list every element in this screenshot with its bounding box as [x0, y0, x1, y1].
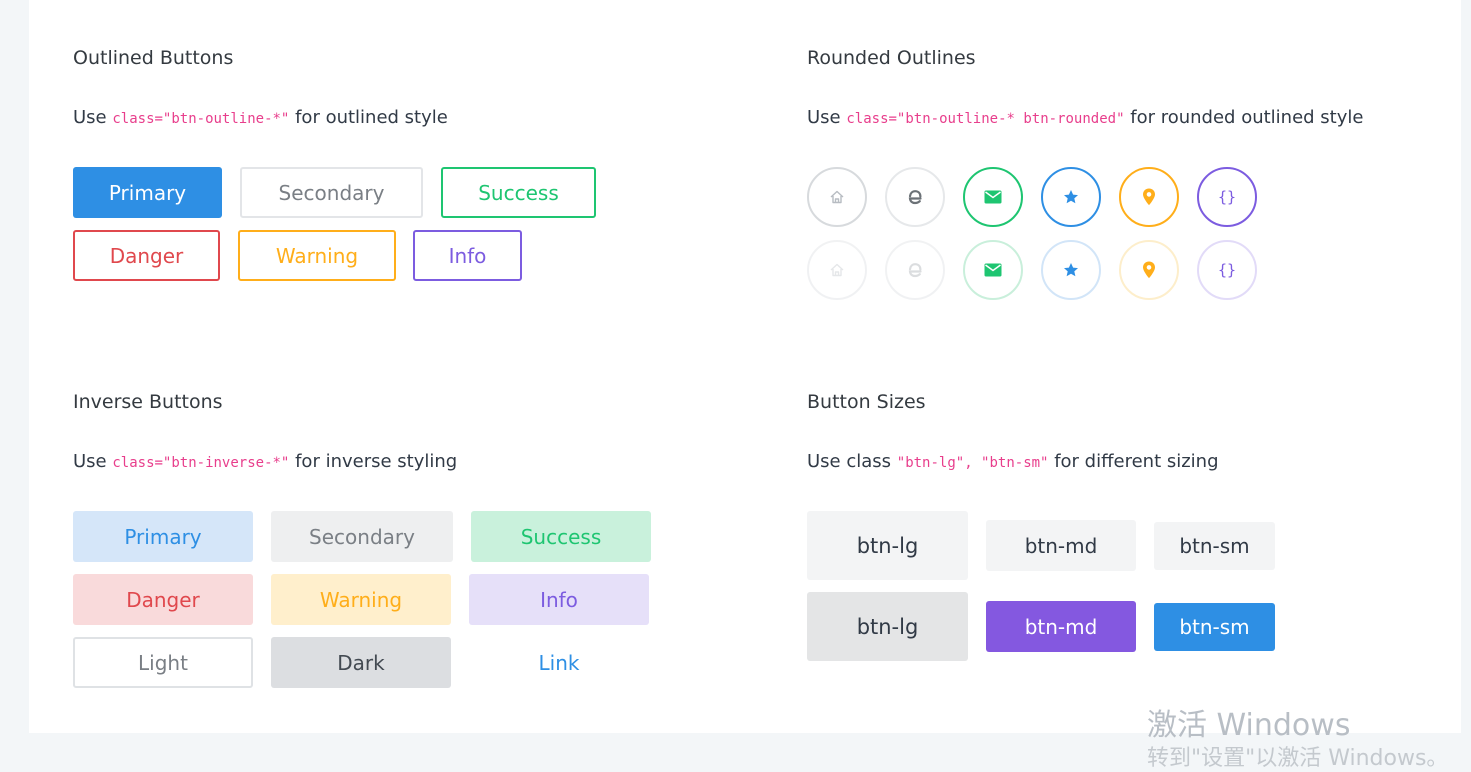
inverse-link-button[interactable]: Link	[469, 637, 649, 688]
rounded-star-button[interactable]	[1041, 167, 1101, 227]
outline-warning-button[interactable]: Warning	[238, 230, 396, 281]
section-description: Use class="btn-outline-* btn-rounded" fo…	[807, 107, 1363, 128]
code-braces-icon: {}	[1217, 261, 1237, 279]
size-sm-button[interactable]: btn-sm	[1154, 522, 1275, 570]
inverse-light-button[interactable]: Light	[73, 637, 253, 688]
outlined-buttons-section: Outlined Buttons Use class="btn-outline-…	[73, 47, 713, 297]
inverse-primary-button[interactable]: Primary	[73, 511, 253, 562]
windows-activation-watermark: 激活 Windows	[1147, 708, 1351, 743]
size-lg-button-dark[interactable]: btn-lg	[807, 592, 968, 661]
inverse-success-button[interactable]: Success	[471, 511, 651, 562]
rounded-code-button-disabled[interactable]: {}	[1197, 240, 1257, 300]
section-title: Rounded Outlines	[807, 47, 976, 69]
desc-text: Use	[73, 107, 113, 128]
section-description: Use class "btn-lg", "btn-sm" for differe…	[807, 451, 1219, 472]
star-icon	[1064, 263, 1078, 277]
size-lg-button[interactable]: btn-lg	[807, 511, 968, 580]
desc-text: for rounded outlined style	[1124, 107, 1364, 128]
button-sizes-section: Button Sizes Use class "btn-lg", "btn-sm…	[807, 391, 1447, 681]
rounded-home-button-disabled[interactable]	[807, 240, 867, 300]
home-icon	[830, 263, 844, 277]
inverse-buttons-section: Inverse Buttons Use class="btn-inverse-*…	[73, 391, 713, 701]
star-icon	[1064, 190, 1078, 204]
rounded-map-pin-button-disabled[interactable]	[1119, 240, 1179, 300]
size-md-button-purple[interactable]: btn-md	[986, 601, 1136, 652]
outline-secondary-button[interactable]: Secondary	[240, 167, 423, 218]
code-braces-icon: {}	[1217, 188, 1237, 206]
rounded-home-button[interactable]	[807, 167, 867, 227]
desc-code: "btn-lg", "btn-sm"	[896, 455, 1049, 471]
desc-code: class="btn-outline-*"	[112, 111, 290, 127]
outline-danger-button[interactable]: Danger	[73, 230, 220, 281]
mail-icon	[984, 190, 1002, 204]
desc-text: Use	[73, 451, 113, 472]
inverse-dark-button[interactable]: Dark	[271, 637, 451, 688]
section-description: Use class="btn-outline-*" for outlined s…	[73, 107, 448, 128]
outline-primary-button[interactable]: Primary	[73, 167, 222, 218]
desc-text: for inverse styling	[289, 451, 458, 472]
mail-icon	[984, 263, 1002, 277]
rounded-map-pin-button[interactable]	[1119, 167, 1179, 227]
rounded-star-button-disabled[interactable]	[1041, 240, 1101, 300]
windows-activation-subtext: 转到"设置"以激活 Windows。	[1147, 746, 1449, 771]
home-icon	[830, 190, 844, 204]
section-title: Inverse Buttons	[73, 391, 223, 413]
rounded-mail-button-disabled[interactable]	[963, 240, 1023, 300]
section-title: Button Sizes	[807, 391, 926, 413]
edge-icon	[908, 190, 922, 205]
desc-text: Use	[807, 107, 847, 128]
section-title: Outlined Buttons	[73, 47, 234, 69]
size-md-button[interactable]: btn-md	[986, 520, 1136, 571]
inverse-danger-button[interactable]: Danger	[73, 574, 253, 625]
outline-success-button[interactable]: Success	[441, 167, 596, 218]
desc-text: for outlined style	[289, 107, 448, 128]
rounded-edge-button-disabled[interactable]	[885, 240, 945, 300]
edge-icon	[908, 263, 922, 278]
content-card: Outlined Buttons Use class="btn-outline-…	[29, 0, 1461, 733]
inverse-secondary-button[interactable]: Secondary	[271, 511, 453, 562]
map-pin-icon	[1143, 188, 1155, 206]
rounded-edge-button[interactable]	[885, 167, 945, 227]
desc-text: Use class	[807, 451, 897, 472]
section-description: Use class="btn-inverse-*" for inverse st…	[73, 451, 457, 472]
desc-text: for different sizing	[1048, 451, 1219, 472]
desc-code: class="btn-outline-* btn-rounded"	[846, 111, 1125, 127]
map-pin-icon	[1143, 261, 1155, 279]
rounded-code-button[interactable]: {}	[1197, 167, 1257, 227]
size-sm-button-blue[interactable]: btn-sm	[1154, 603, 1275, 651]
rounded-outlines-section: Rounded Outlines Use class="btn-outline-…	[807, 47, 1447, 307]
inverse-info-button[interactable]: Info	[469, 574, 649, 625]
inverse-warning-button[interactable]: Warning	[271, 574, 451, 625]
outline-info-button[interactable]: Info	[413, 230, 522, 281]
desc-code: class="btn-inverse-*"	[112, 455, 290, 471]
rounded-mail-button[interactable]	[963, 167, 1023, 227]
